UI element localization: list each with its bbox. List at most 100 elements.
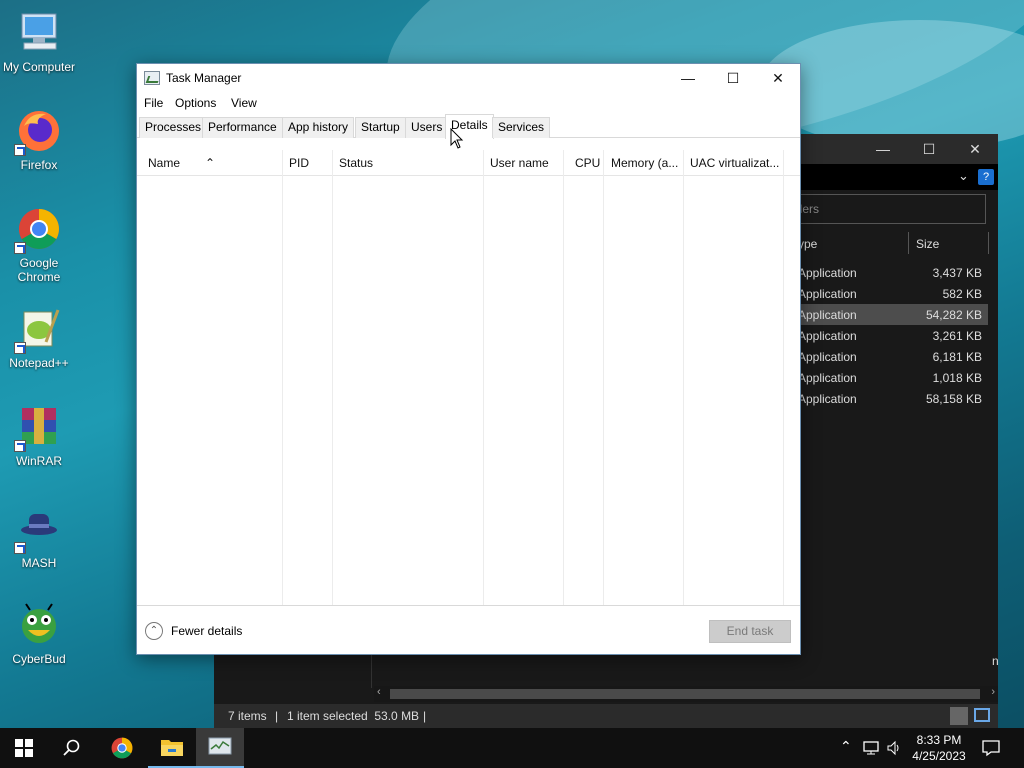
minimize-button[interactable]: — [665, 64, 711, 92]
desktop-icon-my-computer[interactable]: My Computer [0, 10, 78, 74]
chevron-up-icon[interactable]: ⌃ [145, 622, 163, 640]
explorer-minimize-button[interactable]: — [860, 134, 906, 164]
horizontal-scrollbar[interactable]: ‹ › [374, 686, 998, 702]
help-icon[interactable]: ? [978, 169, 994, 185]
windows-logo-icon [15, 739, 33, 757]
tab-strip: Processes Performance App history Startu… [137, 114, 800, 139]
explorer-maximize-button[interactable]: ☐ [906, 134, 952, 164]
menu-options[interactable]: Options [175, 96, 216, 110]
menu-file[interactable]: File [144, 96, 163, 110]
maximize-button[interactable]: ☐ [710, 64, 756, 92]
desktop-icon-label: MASH [21, 556, 57, 570]
firefox-icon [14, 108, 62, 156]
file-type: Application [798, 350, 857, 364]
file-type: Application [798, 329, 857, 343]
end-task-button[interactable]: End task [709, 620, 791, 643]
start-button[interactable] [0, 728, 48, 768]
file-row[interactable]: Application 582 KB [792, 283, 988, 304]
desktop-icon-label: WinRAR [15, 454, 62, 468]
tab-startup[interactable]: Startup [355, 117, 406, 138]
file-row[interactable]: Application 3,437 KB [792, 262, 988, 283]
file-type: Application [798, 287, 857, 301]
large-icons-view-icon[interactable] [974, 708, 990, 722]
explorer-statusbar: 7 items | 1 item selected 53.0 MB | [214, 704, 998, 728]
notification-icon[interactable] [982, 739, 1000, 757]
search-button[interactable] [48, 728, 96, 768]
column-divider [988, 232, 989, 254]
system-clock[interactable]: 8:33 PM 4/25/2023 [908, 732, 970, 764]
desktop-icon-notepadpp[interactable]: Notepad++ [0, 306, 78, 370]
clock-time: 8:33 PM [916, 733, 962, 747]
menu-bar: File Options View [137, 92, 800, 114]
truncated-text: n [992, 654, 999, 668]
computer-icon [16, 10, 62, 56]
column-user-name[interactable]: User name [490, 156, 549, 170]
file-type: Application [798, 392, 857, 406]
shortcut-arrow-icon [14, 144, 26, 156]
explorer-close-button[interactable]: ✕ [952, 134, 998, 164]
tab-users[interactable]: Users [405, 117, 449, 138]
file-size: 6,181 KB [932, 350, 982, 364]
desktop-icon-winrar[interactable]: WinRAR [0, 404, 78, 468]
folder-icon [161, 740, 183, 756]
scroll-left-icon[interactable]: ‹ [377, 686, 381, 698]
column-cpu[interactable]: CPU [575, 156, 600, 170]
volume-icon[interactable] [886, 740, 902, 756]
scrollbar-thumb[interactable] [390, 689, 980, 699]
taskbar-file-explorer[interactable] [148, 728, 196, 768]
status-selection: 1 item selected 53.0 MB [287, 709, 420, 723]
file-size: 1,018 KB [932, 371, 982, 385]
shortcut-arrow-icon [14, 542, 26, 554]
desktop-icon-cyberbud[interactable]: CyberBud [0, 602, 78, 666]
tab-processes[interactable]: Processes [139, 117, 208, 138]
tab-services[interactable]: Services [492, 117, 551, 138]
file-size: 3,437 KB [932, 266, 982, 280]
cyberbud-icon [16, 602, 62, 648]
desktop-icon-label: CyberBud [12, 652, 66, 666]
task-manager-icon [144, 71, 160, 85]
file-type: Application [798, 308, 857, 322]
chevron-down-icon[interactable]: ⌄ [958, 168, 969, 184]
tab-performance[interactable]: Performance [202, 117, 283, 138]
process-list[interactable] [137, 177, 800, 605]
desktop-icon-mash[interactable]: MASH [0, 506, 78, 570]
taskbar-chrome[interactable] [98, 728, 146, 768]
task-manager-icon [208, 737, 232, 755]
scroll-right-icon[interactable]: › [991, 686, 995, 698]
explorer-search-input[interactable]: llers [792, 194, 986, 224]
status-separator: | [275, 709, 279, 723]
desktop-icon-label: Google Chrome [17, 256, 61, 284]
desktop-icon-firefox[interactable]: Firefox [0, 108, 78, 172]
column-uac[interactable]: UAC virtualizat... [690, 156, 779, 170]
status-item-count: 7 items [228, 709, 267, 723]
window-title: Task Manager [166, 71, 242, 85]
column-size[interactable]: Size [916, 237, 939, 251]
column-name[interactable]: Name [148, 156, 180, 170]
column-pid[interactable]: PID [289, 156, 309, 170]
file-row[interactable]: Application 3,261 KB [792, 325, 988, 346]
details-column-header: ⌃ Name PID Status User name CPU Memory (… [137, 150, 800, 176]
file-size: 58,158 KB [925, 392, 982, 406]
tab-app-history[interactable]: App history [282, 117, 355, 138]
file-row[interactable]: Application 58,158 KB [792, 388, 988, 409]
task-manager-titlebar[interactable]: Task Manager — ☐ ✕ [137, 64, 800, 92]
desktop-icon-chrome[interactable]: Google Chrome [0, 206, 78, 284]
file-row[interactable]: Application 1,018 KB [792, 367, 988, 388]
fewer-details-link[interactable]: Fewer details [171, 624, 242, 638]
menu-view[interactable]: View [231, 96, 257, 110]
desktop-icon-label: Firefox [20, 158, 58, 172]
column-memory[interactable]: Memory (a... [611, 156, 678, 170]
taskbar-task-manager[interactable] [196, 728, 244, 768]
file-row-selected[interactable]: Application 54,282 KB [792, 304, 988, 325]
file-row[interactable]: Application 6,181 KB [792, 346, 988, 367]
close-button[interactable]: ✕ [755, 64, 801, 92]
chrome-icon [111, 737, 133, 759]
network-icon[interactable] [862, 740, 880, 756]
task-manager-window[interactable]: Task Manager — ☐ ✕ File Options View Pro… [136, 63, 801, 655]
chrome-icon [14, 206, 62, 254]
details-view-icon[interactable] [950, 707, 968, 725]
column-status[interactable]: Status [339, 156, 373, 170]
notepadpp-icon [14, 306, 62, 354]
chevron-up-icon[interactable]: ⌃ [840, 738, 852, 755]
file-type: Application [798, 266, 857, 280]
